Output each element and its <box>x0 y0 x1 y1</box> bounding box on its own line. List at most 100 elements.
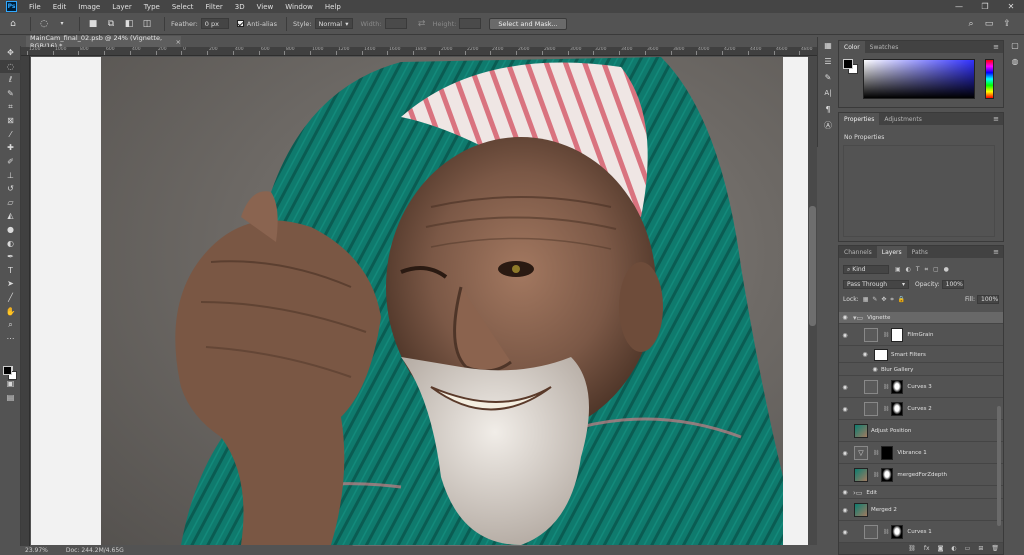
zoom-level[interactable]: 23.97% <box>25 547 48 554</box>
eraser-tool-icon[interactable]: ▱ <box>0 196 21 210</box>
lasso-tool-icon[interactable]: ℓ <box>0 73 21 87</box>
visibility-eye-icon[interactable]: ◉ <box>839 489 851 496</box>
pen-tool-icon[interactable]: ✒ <box>0 250 21 264</box>
vertical-scroll-thumb[interactable] <box>809 206 816 326</box>
clone-stamp-tool-icon[interactable]: ⊥ <box>0 168 21 182</box>
menu-filter[interactable]: Filter <box>199 3 228 11</box>
tab-swatches[interactable]: Swatches <box>865 41 904 53</box>
visibility-eye-icon[interactable]: ◉ <box>839 314 851 321</box>
color-panel-fg-swatch[interactable] <box>843 59 853 69</box>
layer-row-mergedforzdepth[interactable]: ◉ ⛓ mergedForZdepth <box>839 465 1003 486</box>
chevron-down-icon[interactable]: ▾ <box>55 17 69 31</box>
paragraph-icon[interactable]: ¶ <box>818 101 838 117</box>
search-icon[interactable]: ⌕ <box>964 17 978 31</box>
hue-slider[interactable] <box>985 59 994 99</box>
blend-mode-select[interactable]: Pass Through ▾ <box>843 280 909 289</box>
share-icon[interactable]: ⇪ <box>1000 17 1014 31</box>
document-tab[interactable]: MainCam_final_02.psb @ 24% (Vignette, RG… <box>26 34 181 50</box>
crop-tool-icon[interactable]: ⌗ <box>0 100 21 114</box>
line-tool-icon[interactable]: ╱ <box>0 291 21 305</box>
frame-tool-icon[interactable]: ⊠ <box>0 114 21 128</box>
fill-input[interactable]: 100% <box>977 295 999 304</box>
panel-menu-icon[interactable]: ≡ <box>993 248 999 256</box>
layer-row-curves-3[interactable]: ◉ ⛓ Curves 3 <box>839 377 1003 398</box>
glyphs-icon[interactable]: Ⓐ <box>818 117 838 133</box>
style-select[interactable]: Normal ▾ <box>314 18 353 29</box>
new-selection-icon[interactable]: ■ <box>86 17 100 31</box>
more-tools-icon[interactable]: ⋯ <box>0 331 21 345</box>
add-selection-icon[interactable]: ⧉ <box>104 17 118 31</box>
filter-kind-select[interactable]: ⌕ Kind <box>843 265 889 274</box>
portrait-photo[interactable] <box>101 57 783 545</box>
vertical-scrollbar[interactable] <box>808 56 817 545</box>
foreground-color-swatch[interactable] <box>3 366 12 375</box>
layer-row-vibrance-1[interactable]: ◉ ▽ ⛓ Vibrance 1 <box>839 443 1003 464</box>
elliptical-marquee-tool-icon[interactable]: ◌ <box>0 59 21 74</box>
tab-channels[interactable]: Channels <box>839 246 877 258</box>
color-picker-field[interactable] <box>863 59 975 99</box>
document-canvas[interactable] <box>31 57 808 545</box>
adjustments-sliders-icon[interactable]: ☰ <box>818 53 838 69</box>
visibility-eye-icon[interactable]: ◉ <box>839 529 851 536</box>
swap-icon[interactable]: ⇄ <box>415 17 429 31</box>
visibility-eye-icon[interactable]: ◉ <box>839 450 851 457</box>
layer-row-edit[interactable]: ◉ ›▭ Edit <box>839 487 1003 499</box>
brush-tool-icon[interactable]: ✐ <box>0 155 21 169</box>
visibility-eye-icon[interactable]: ◉ <box>839 406 851 413</box>
libraries-icon[interactable]: ▢ <box>1005 37 1024 53</box>
menu-view[interactable]: View <box>251 3 280 11</box>
home-icon[interactable]: ⌂ <box>6 17 20 31</box>
eyedropper-tool-icon[interactable]: ⁄ <box>0 128 21 142</box>
menu-select[interactable]: Select <box>166 3 200 11</box>
link-layers-icon[interactable]: ⛓ <box>908 545 916 552</box>
type-tool-icon[interactable]: T <box>0 264 21 278</box>
delete-layer-icon[interactable]: 🗑 <box>991 545 999 552</box>
subtract-selection-icon[interactable]: ◧ <box>122 17 136 31</box>
panel-menu-icon[interactable]: ≡ <box>993 115 999 123</box>
menu-help[interactable]: Help <box>319 3 347 11</box>
layer-row-vignette[interactable]: ◉ ▾▭ Vignette <box>839 312 1003 324</box>
history-icon[interactable]: ▦ <box>818 37 838 53</box>
history-brush-tool-icon[interactable]: ↺ <box>0 182 21 196</box>
visibility-eye-icon[interactable]: ◉ <box>839 428 851 435</box>
lock-icons[interactable]: ▦✎✥⌗🔒 <box>863 296 910 304</box>
character-icon[interactable]: A| <box>818 85 838 101</box>
tab-properties[interactable]: Properties <box>839 113 880 125</box>
tab-layers[interactable]: Layers <box>876 246 907 258</box>
visibility-eye-icon[interactable]: ◉ <box>869 366 881 373</box>
menu-layer[interactable]: Layer <box>106 3 138 11</box>
layer-filter-icons[interactable]: ▣◐T⌗▢● <box>895 266 954 274</box>
close-button[interactable]: ✕ <box>998 2 1024 11</box>
move-tool-icon[interactable]: ✥ <box>0 46 21 60</box>
layer-row-merged-2[interactable]: ◉ Merged 2 <box>839 500 1003 521</box>
hand-tool-icon[interactable]: ✋ <box>0 304 21 318</box>
visibility-eye-icon[interactable]: ◉ <box>839 472 851 479</box>
fx-icon[interactable]: fx <box>924 545 930 552</box>
panel-menu-icon[interactable]: ≡ <box>993 43 999 51</box>
edit-toolbar-icon[interactable]: ▤ <box>0 390 21 404</box>
menu-type[interactable]: Type <box>138 3 166 11</box>
opacity-input[interactable]: 100% <box>941 280 964 289</box>
menu-3d[interactable]: 3D <box>229 3 251 11</box>
layer-row-adjust-position[interactable]: ◉ Adjust Position <box>839 421 1003 442</box>
add-mask-icon[interactable]: ◙ <box>938 545 944 552</box>
zoom-tool-icon[interactable]: ⌕ <box>0 318 21 332</box>
antialias-checkbox[interactable] <box>236 20 244 27</box>
menu-file[interactable]: File <box>23 3 47 11</box>
visibility-eye-icon[interactable]: ◉ <box>839 507 851 514</box>
minimize-button[interactable]: — <box>946 2 972 11</box>
visibility-eye-icon[interactable]: ◉ <box>859 351 871 358</box>
path-selection-tool-icon[interactable]: ➤ <box>0 277 21 291</box>
layer-row-curves-1[interactable]: ◉ ⛓ Curves 1 <box>839 522 1003 543</box>
intersect-selection-icon[interactable]: ◫ <box>140 17 154 31</box>
menu-window[interactable]: Window <box>279 3 319 11</box>
close-icon[interactable]: × <box>176 38 181 46</box>
elliptical-marquee-icon[interactable]: ◌ <box>37 17 51 31</box>
paint-bucket-tool-icon[interactable]: ◭ <box>0 209 21 223</box>
menu-edit[interactable]: Edit <box>47 3 73 11</box>
dodge-tool-icon[interactable]: ◐ <box>0 236 21 250</box>
layer-row-smart-filters[interactable]: ◉ Smart Filters <box>839 347 1003 363</box>
quick-selection-tool-icon[interactable]: ✎ <box>0 87 21 101</box>
visibility-eye-icon[interactable]: ◉ <box>839 332 851 339</box>
learn-icon[interactable]: ◍ <box>1005 53 1024 69</box>
